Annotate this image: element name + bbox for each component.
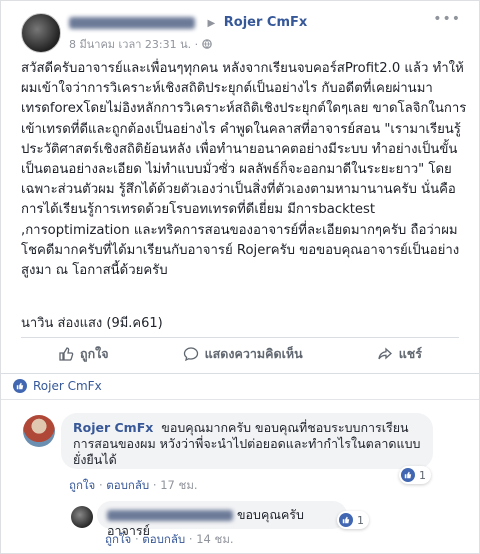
like-reaction-icon bbox=[13, 379, 27, 393]
reply-reply-link[interactable]: ตอบกลับ bbox=[142, 532, 185, 546]
reply-author-blurred[interactable] bbox=[107, 510, 233, 521]
divider bbox=[21, 337, 459, 338]
commenter-avatar[interactable] bbox=[23, 415, 55, 447]
reply-actions: ถูกใจ · ตอบกลับ · 14 ชม. bbox=[105, 531, 234, 549]
author-line: ▶ Rojer CmFx bbox=[69, 15, 307, 30]
more-options-icon[interactable]: ••• bbox=[433, 11, 461, 27]
reply-bubble: ขอบคุณครับอาจารย์ bbox=[97, 501, 347, 529]
share-button[interactable]: แชร์ bbox=[377, 344, 422, 364]
thumbs-up-icon bbox=[58, 346, 74, 362]
share-arrow-icon bbox=[377, 346, 393, 362]
reply-time[interactable]: 14 ชม. bbox=[196, 532, 233, 546]
like-button[interactable]: ถูกใจ bbox=[58, 344, 109, 364]
comment-like-link[interactable]: ถูกใจ bbox=[69, 478, 95, 492]
comment-actions: ถูกใจ · ตอบกลับ · 17 ชม. bbox=[69, 477, 198, 495]
reply-like-link[interactable]: ถูกใจ bbox=[105, 532, 131, 546]
comment-icon bbox=[183, 346, 199, 362]
commenter-name[interactable]: Rojer CmFx bbox=[73, 420, 153, 435]
post-signature: นาวิน ส่องแสง (9มี.ค61) bbox=[21, 312, 163, 333]
shared-to-page-link[interactable]: Rojer CmFx bbox=[224, 15, 308, 30]
like-reaction-icon bbox=[339, 513, 353, 527]
post-header: ▶ Rojer CmFx 8 มีนาคม เวลา 23:31 น. · ••… bbox=[21, 9, 461, 55]
comment-reaction-count[interactable]: 1 bbox=[399, 466, 431, 484]
reply-avatar[interactable] bbox=[71, 506, 93, 528]
divider bbox=[1, 399, 479, 400]
shared-page-name[interactable]: Rojer CmFx bbox=[33, 379, 102, 393]
post-text: สวัสดีครับอาจารย์และเพื่อนๆทุกคน หลังจาก… bbox=[21, 59, 467, 281]
post-actions: ถูกใจ แสดงความคิดเห็น แชร์ bbox=[21, 339, 459, 369]
shared-page-line[interactable]: Rojer CmFx bbox=[13, 379, 102, 393]
comment-time[interactable]: 17 ชม. bbox=[160, 478, 197, 492]
author-name-blurred[interactable] bbox=[69, 17, 195, 29]
comment-reply-link[interactable]: ตอบกลับ bbox=[106, 478, 149, 492]
reply-reaction-count[interactable]: 1 bbox=[337, 511, 369, 529]
post-meta: 8 มีนาคม เวลา 23:31 น. · bbox=[69, 35, 212, 53]
divider bbox=[1, 373, 479, 374]
author-avatar[interactable] bbox=[21, 13, 61, 53]
globe-icon: · bbox=[195, 38, 212, 51]
post-date[interactable]: 8 มีนาคม เวลา 23:31 น. bbox=[69, 38, 191, 51]
shared-to-arrow-icon: ▶ bbox=[208, 18, 216, 29]
comment-button[interactable]: แสดงความคิดเห็น bbox=[183, 344, 303, 364]
comment-bubble: Rojer CmFx ขอบคุณมากครับ ขอบคุณที่ชอบระบ… bbox=[61, 413, 433, 469]
facebook-post-card: ▶ Rojer CmFx 8 มีนาคม เวลา 23:31 น. · ••… bbox=[0, 0, 480, 554]
like-reaction-icon bbox=[401, 468, 415, 482]
